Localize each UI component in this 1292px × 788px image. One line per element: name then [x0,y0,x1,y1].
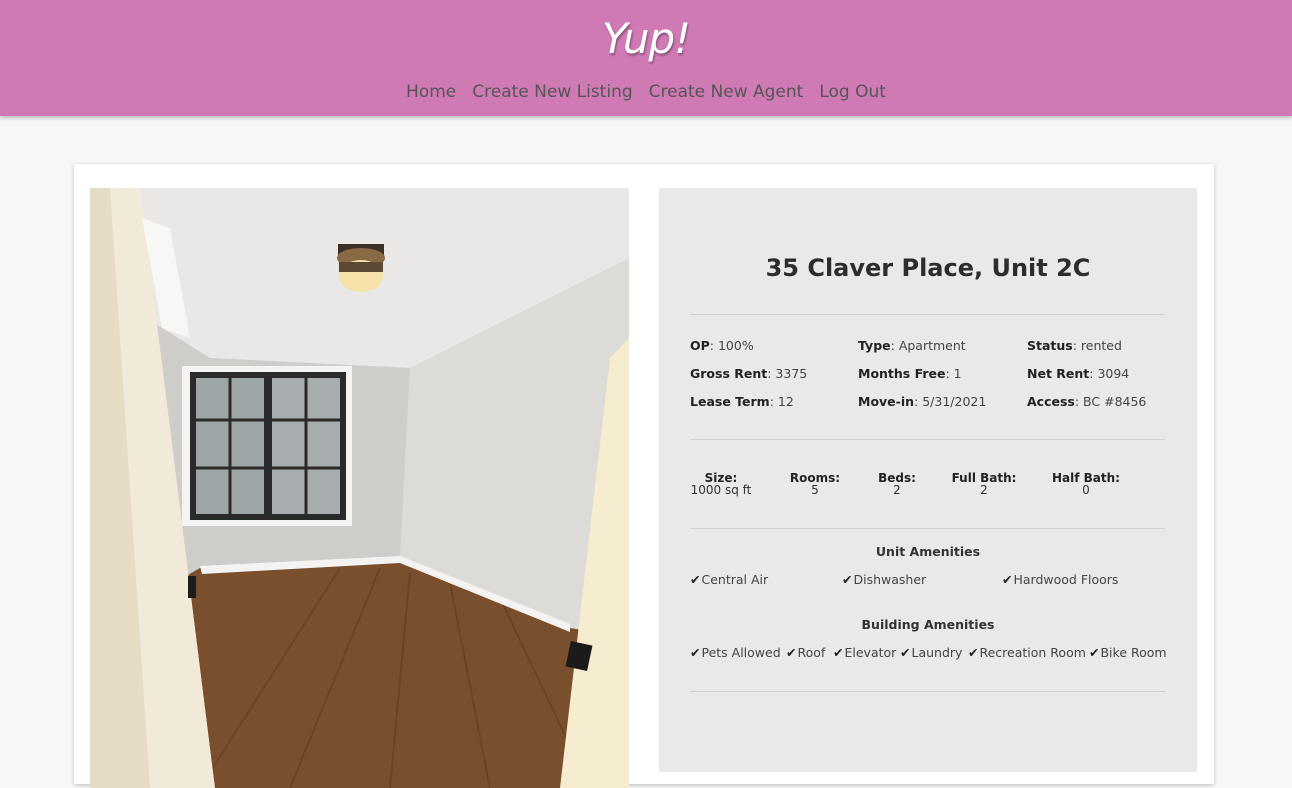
checkmark-icon: ✔ [833,645,844,660]
divider [690,691,1165,692]
field-op: OP: 100% [690,338,754,353]
listing-photo [90,188,629,788]
main-nav: Home Create New Listing Create New Agent… [0,82,1292,102]
divider [690,314,1165,315]
checkmark-icon: ✔ [786,645,797,660]
listing-card: 35 Claver Place, Unit 2C OP: 100% Type: … [74,164,1214,788]
checkmark-icon: ✔ [900,645,911,660]
listing-address-title: 35 Claver Place, Unit 2C [765,254,1091,282]
field-net-rent: Net Rent: 3094 [1027,366,1130,381]
amenity-item: ✔Hardwood Floors [1002,572,1119,587]
checkmark-icon: ✔ [968,645,979,660]
stat-rooms: Rooms: 5 [789,471,841,497]
site-header: Yup! Home Create New Listing Create New … [0,0,1292,116]
divider [690,528,1165,529]
field-type: Type: Apartment [858,338,966,353]
checkmark-icon: ✔ [1089,645,1100,660]
checkmark-icon: ✔ [842,572,853,587]
amenity-item: ✔Recreation Room [968,645,1086,660]
field-lease-term: Lease Term: 12 [690,394,794,409]
field-gross-rent: Gross Rent: 3375 [690,366,808,381]
field-access: Access: BC #8456 [1027,394,1147,409]
field-status: Status: rented [1027,338,1122,353]
stat-half-bath: Half Bath: 0 [1052,471,1120,497]
stat-size: Size: 1000 sq ft [690,471,752,497]
divider [690,439,1165,440]
amenity-item: ✔Central Air [690,572,769,587]
nav-create-listing-link[interactable]: Create New Listing [472,82,632,102]
listing-details-panel: 35 Claver Place, Unit 2C OP: 100% Type: … [659,188,1197,772]
stat-beds: Beds: 2 [878,471,916,497]
field-move-in: Move-in: 5/31/2021 [858,394,987,409]
nav-home-link[interactable]: Home [406,82,456,102]
amenity-item: ✔Roof [786,645,826,660]
amenity-item: ✔Bike Room [1089,645,1167,660]
stat-full-bath: Full Bath: 2 [951,471,1017,497]
amenity-item: ✔Dishwasher [842,572,927,587]
building-amenities-title: Building Amenities [861,617,995,632]
brand-logo[interactable]: Yup! [0,14,1292,63]
unit-amenities-title: Unit Amenities [875,544,981,559]
nav-create-agent-link[interactable]: Create New Agent [649,82,804,102]
amenity-item: ✔Elevator [833,645,897,660]
checkmark-icon: ✔ [690,645,701,660]
nav-logout-link[interactable]: Log Out [819,82,886,102]
checkmark-icon: ✔ [690,572,701,587]
field-months-free: Months Free: 1 [858,366,962,381]
checkmark-icon: ✔ [1002,572,1013,587]
amenity-item: ✔Laundry [900,645,963,660]
amenity-item: ✔Pets Allowed [690,645,781,660]
